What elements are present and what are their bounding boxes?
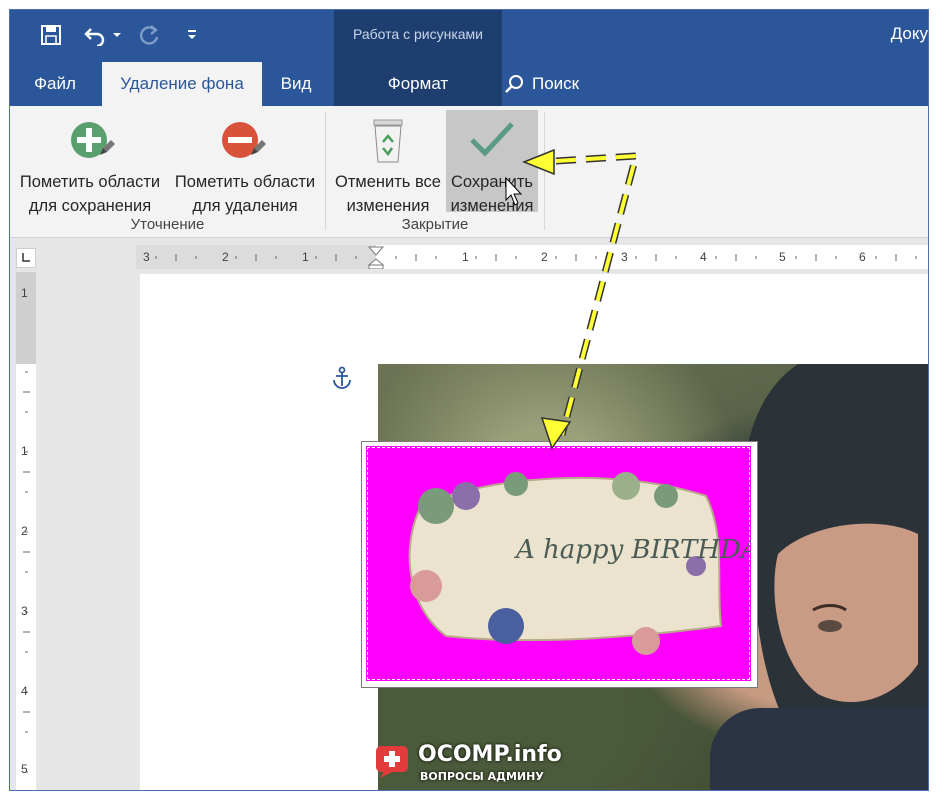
selected-picture[interactable]: A happy BIRTHDAY. <box>361 441 781 688</box>
plus-badge-icon <box>376 746 408 778</box>
mark-remove-label-line1: Пометить области <box>174 173 316 191</box>
mark-areas-to-keep-button[interactable]: Пометить области для сохранения <box>15 110 165 215</box>
refine-group-label: Уточнение <box>130 216 205 233</box>
card-greeting-text: A happy BIRTHDAY. <box>514 535 751 565</box>
ruler-number: 2 <box>541 250 548 264</box>
discard-all-changes-button[interactable]: Отменить все изменения <box>330 110 446 215</box>
search-icon <box>505 75 523 93</box>
undo-icon <box>84 28 105 46</box>
ruler-number: 3 <box>621 250 628 264</box>
mark-keep-label-line2: для сохранения <box>28 197 152 215</box>
checkmark-icon <box>470 122 514 157</box>
undo-dropdown-button[interactable] <box>110 20 124 50</box>
ruler-number: 1 <box>302 250 309 264</box>
recycle-bin-icon <box>373 119 403 163</box>
mark-keep-label-line1: Пометить области <box>19 173 161 191</box>
tab-background-removal[interactable]: Удаление фона <box>102 62 262 106</box>
horizontal-ruler-ticks <box>155 246 917 269</box>
keep-label-line1: Сохранить <box>451 173 533 191</box>
chevron-down-icon <box>113 33 121 37</box>
left-tab-stop-icon <box>22 253 30 262</box>
ruler-number: 5 <box>779 250 786 264</box>
tab-file[interactable]: Файл <box>16 62 94 106</box>
ruler-number: 3 <box>143 250 150 264</box>
watermark-brand: OCOMP.info <box>418 742 562 767</box>
watermark: OCOMP.info ВОПРОСЫ АДМИНУ <box>370 742 590 790</box>
redo-icon <box>140 25 159 45</box>
horizontal-ruler[interactable]: 3 2 1 1 2 3 4 5 6 <box>136 245 928 269</box>
ribbon: Пометить области для сохранения Пометить… <box>10 106 928 238</box>
ruler-number: 2 <box>21 524 28 538</box>
undo-button[interactable] <box>82 20 108 50</box>
tab-format[interactable]: Формат <box>334 62 502 106</box>
search-box[interactable]: Поиск <box>504 62 588 106</box>
discard-label-line1: Отменить все <box>335 173 441 191</box>
birthday-card-illustration: A happy BIRTHDAY. <box>408 472 781 655</box>
save-icon <box>41 25 61 45</box>
watermark-tagline: ВОПРОСЫ АДМИНУ <box>420 770 544 783</box>
document-title: Доку <box>890 24 928 43</box>
ruler-number: 2 <box>222 250 229 264</box>
close-group-label: Закрытие <box>401 216 469 233</box>
search-label: Поиск <box>532 74 580 93</box>
customize-qat-icon <box>188 30 196 39</box>
removed-background-area: A happy BIRTHDAY. <box>366 446 781 681</box>
ruler-number: 1 <box>462 250 469 264</box>
ruler-number: 1 <box>21 444 28 458</box>
discard-label-line2: изменения <box>346 197 430 215</box>
redo-button[interactable] <box>136 20 162 50</box>
plus-pencil-icon <box>71 122 115 158</box>
keep-label-line2: изменения <box>450 197 534 215</box>
ruler-number: 4 <box>700 250 707 264</box>
anchor-icon <box>333 366 351 389</box>
ruler-number: 1 <box>21 286 28 300</box>
ruler-number: 5 <box>21 762 28 776</box>
word-window: Работа с рисунками Доку Файл Удаление фо… <box>9 9 929 791</box>
tab-selector[interactable] <box>16 248 36 268</box>
save-button[interactable] <box>38 20 64 50</box>
ruler-number: 4 <box>21 684 28 698</box>
tab-view[interactable]: Вид <box>266 62 326 106</box>
mark-areas-to-remove-button[interactable]: Пометить области для удаления <box>170 110 320 215</box>
vertical-ruler[interactable]: 1 1 2 3 4 5 <box>16 272 36 790</box>
minus-pencil-icon <box>222 122 266 158</box>
mark-remove-label-line2: для удаления <box>192 197 298 215</box>
customize-qat-button[interactable] <box>182 20 202 50</box>
ruler-number: 3 <box>21 604 28 618</box>
group-separator <box>325 112 326 230</box>
keep-changes-button[interactable]: Сохранить изменения <box>446 110 538 215</box>
context-group-title: Работа с рисунками <box>353 26 483 42</box>
ribbon-tabs: Файл Удаление фона Вид Формат Поиск <box>10 62 928 106</box>
ruler-number: 6 <box>859 250 866 264</box>
scarf-region <box>710 708 928 790</box>
group-separator <box>544 112 545 230</box>
